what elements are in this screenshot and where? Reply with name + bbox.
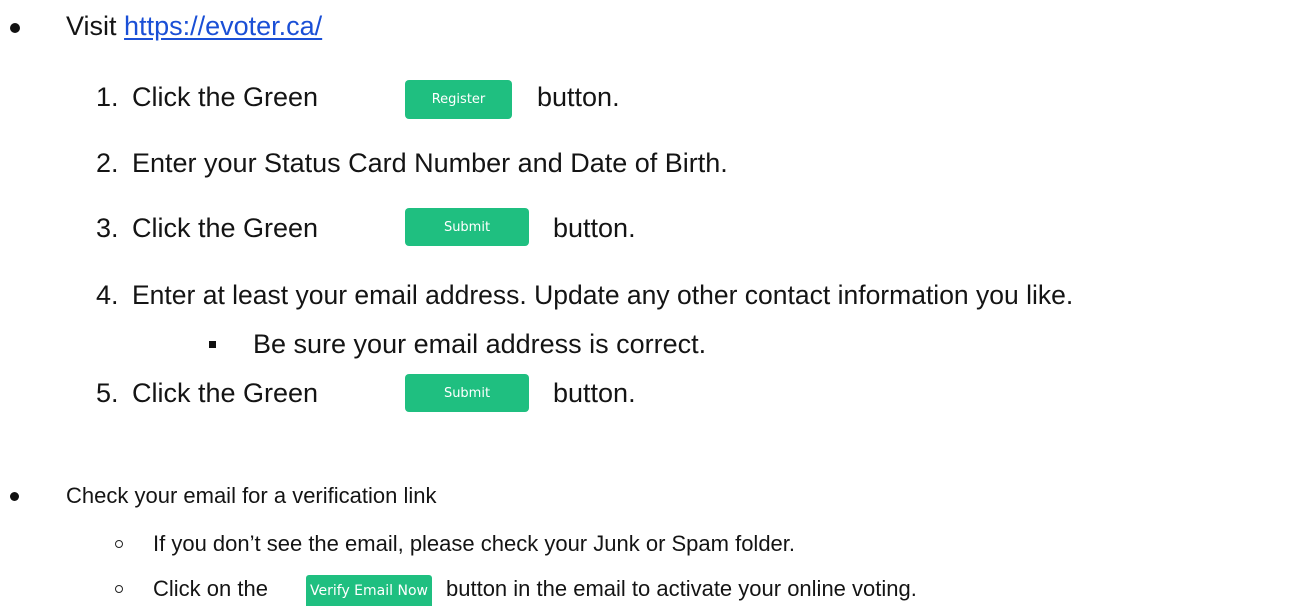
step-3-after: button.	[553, 213, 636, 243]
check-email-label: Check your email for a verification link	[66, 483, 437, 508]
step-number-4: 4.	[96, 280, 119, 310]
square-bullet-icon	[209, 341, 216, 348]
visit-label: Visit	[66, 11, 117, 41]
submit-button-1[interactable]: Submit	[405, 208, 529, 246]
verify-email-now-button[interactable]: Verify Email Now	[306, 575, 432, 606]
bullet-icon	[10, 23, 20, 33]
step-number-2: 2.	[96, 148, 119, 178]
submit-button-2[interactable]: Submit	[405, 374, 529, 412]
step-number-3: 3.	[96, 213, 119, 243]
step-3-before: Click the Green	[132, 213, 319, 243]
junk-spam-note: If you don’t see the email, please check…	[153, 531, 796, 556]
verify-after: button in the email to activate your onl…	[446, 576, 917, 601]
register-button[interactable]: Register	[405, 80, 512, 119]
step-1-after: button.	[537, 82, 620, 112]
hollow-circle-bullet-icon	[115, 585, 123, 593]
visit-line: Visit https://evoter.ca/	[66, 10, 322, 42]
hollow-circle-bullet-icon	[115, 540, 123, 548]
step-number-1: 1.	[96, 82, 119, 112]
step-5-before: Click the Green	[132, 378, 319, 408]
verify-before: Click on the	[153, 576, 268, 601]
step-2-text: Enter your Status Card Number and Date o…	[132, 148, 728, 178]
step-5-after: button.	[553, 378, 636, 408]
bullet-icon	[10, 492, 19, 501]
step-number-5: 5.	[96, 378, 119, 408]
step-1-before: Click the Green	[132, 82, 319, 112]
evoter-link[interactable]: https://evoter.ca/	[124, 11, 322, 41]
step-4-text: Enter at least your email address. Updat…	[132, 280, 1074, 310]
step-4-sub-text: Be sure your email address is correct.	[253, 329, 707, 359]
